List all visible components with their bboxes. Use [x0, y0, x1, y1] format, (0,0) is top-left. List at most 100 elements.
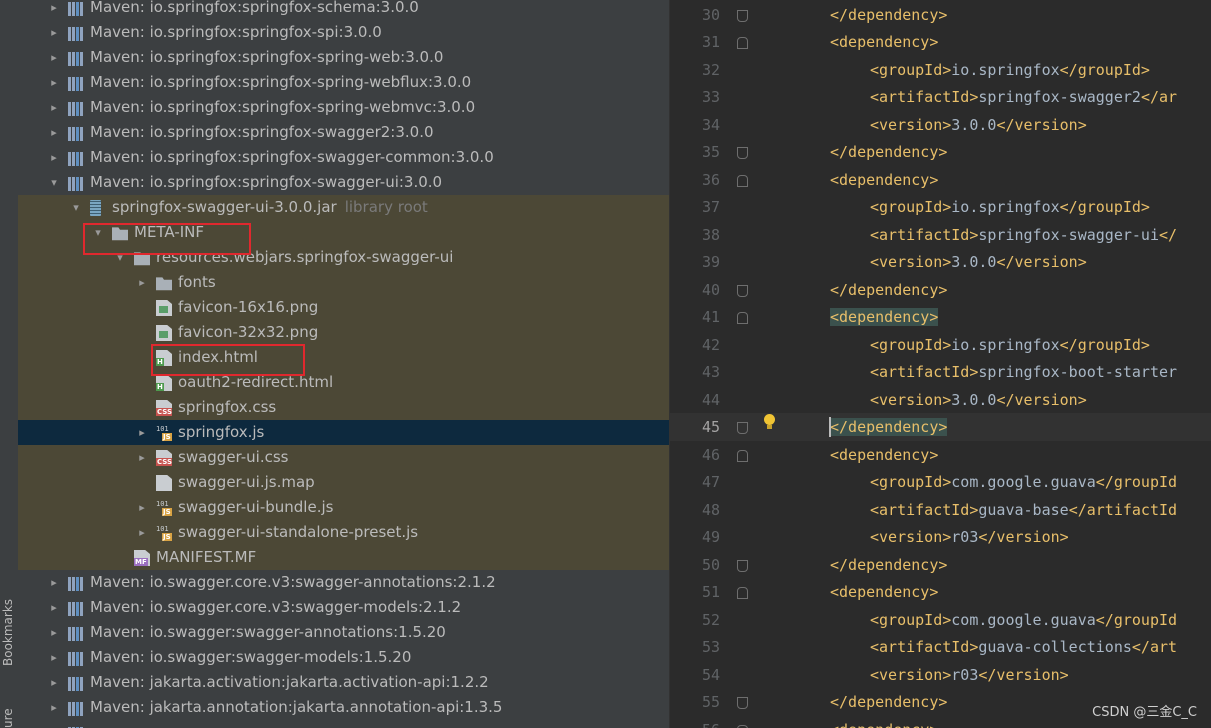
line-number: 55	[701, 693, 720, 711]
tree-row[interactable]: ▾ springfox-swagger-ui-3.0.0.jar library r…	[18, 195, 669, 220]
code-line[interactable]: 49 <version>r03</version>	[670, 523, 1211, 551]
code-line[interactable]: 43 <artifactId>springfox-boot-starter	[670, 358, 1211, 386]
chevron-right-icon[interactable]: ▸	[46, 720, 62, 728]
chevron-right-icon[interactable]: ▸	[46, 70, 62, 95]
fold-marker-icon[interactable]	[737, 9, 748, 22]
tree-row[interactable]: favicon-16x16.png	[18, 295, 669, 320]
xml-tag: <version>	[870, 115, 952, 134]
fold-marker-icon[interactable]	[737, 174, 748, 187]
chevron-right-icon[interactable]: ▸	[134, 270, 150, 295]
code-line[interactable]: 51 <dependency>	[670, 578, 1211, 606]
code-line[interactable]: 50 </dependency>	[670, 551, 1211, 579]
tree-row[interactable]: ▸ Maven: jakarta.annotation:jakarta.annot…	[18, 695, 669, 720]
code-line[interactable]: 52 <groupId>com.google.guava</groupId	[670, 606, 1211, 634]
tree-row[interactable]: Hoauth2-redirect.html	[18, 370, 669, 395]
fold-marker-icon[interactable]	[737, 697, 748, 709]
code-line[interactable]: 34 <version>3.0.0</version>	[670, 111, 1211, 139]
code-line[interactable]: 36 <dependency>	[670, 166, 1211, 194]
code-line[interactable]: 42 <groupId>io.springfox</groupId>	[670, 331, 1211, 359]
code-line[interactable]: 54 <version>r03</version>	[670, 661, 1211, 689]
chevron-down-icon[interactable]: ▾	[68, 195, 84, 220]
tree-row[interactable]: ▸	[18, 720, 669, 728]
code-line[interactable]: 30 </dependency>	[670, 1, 1211, 29]
code-line[interactable]: 33 <artifactId>springfox-swagger2</ar	[670, 83, 1211, 111]
code-line[interactable]: 46 <dependency>	[670, 441, 1211, 469]
chevron-right-icon[interactable]: ▸	[46, 145, 62, 170]
tree-row[interactable]: ▸ Maven: jakarta.activation:jakarta.activ…	[18, 670, 669, 695]
fold-marker-icon[interactable]	[737, 587, 748, 599]
line-number: 37	[701, 198, 720, 216]
fold-marker-icon[interactable]	[737, 37, 748, 49]
chevron-right-icon[interactable]: ▸	[46, 570, 62, 595]
code-line[interactable]: 38 <artifactId>springfox-swagger-ui</	[670, 221, 1211, 249]
chevron-right-icon[interactable]: ▸	[46, 595, 62, 620]
code-text: </dependency>	[830, 688, 947, 716]
code-line[interactable]: 53 <artifactId>guava-collections</art	[670, 633, 1211, 661]
tree-row[interactable]: ▸ Maven: io.springfox:springfox-spring-we…	[18, 45, 669, 70]
tree-row[interactable]: ▸ Maven: io.swagger.core.v3:swagger-annot…	[18, 570, 669, 595]
fold-marker-icon[interactable]	[737, 422, 748, 434]
code-line[interactable]: 47 <groupId>com.google.guava</groupId	[670, 468, 1211, 496]
line-number: 46	[701, 445, 720, 464]
bookmarks-tool-tab[interactable]: Bookmarks	[1, 599, 15, 666]
code-line[interactable]: 32 <groupId>io.springfox</groupId>	[670, 56, 1211, 84]
tree-row[interactable]: ▸ Maven: io.springfox:springfox-spring-we…	[18, 95, 669, 120]
tree-row[interactable]: ▸ Maven: io.springfox:springfox-spi:3.0.0	[18, 20, 669, 45]
chevron-right-icon[interactable]: ▸	[134, 495, 150, 520]
chevron-right-icon[interactable]: ▸	[46, 45, 62, 70]
chevron-right-icon[interactable]: ▸	[134, 520, 150, 545]
chevron-right-icon[interactable]: ▸	[46, 695, 62, 720]
fold-marker-icon[interactable]	[737, 449, 748, 462]
code-line[interactable]: 45 </dependency>	[670, 413, 1211, 441]
fold-marker-icon[interactable]	[737, 284, 748, 297]
chevron-right-icon[interactable]: ▸	[134, 445, 150, 470]
code-line[interactable]: 41 <dependency>	[670, 303, 1211, 331]
tree-row[interactable]: ▸ 101 JS springfox.js	[18, 420, 669, 445]
code-line[interactable]: 35 </dependency>	[670, 138, 1211, 166]
chevron-right-icon[interactable]: ▸	[46, 120, 62, 145]
code-line[interactable]: 31 <dependency>	[670, 28, 1211, 56]
xml-tag: <version>	[870, 253, 952, 271]
chevron-right-icon[interactable]: ▸	[134, 420, 150, 445]
tree-row[interactable]: CSS springfox.css	[18, 395, 669, 420]
chevron-right-icon[interactable]: ▸	[46, 645, 62, 670]
fold-marker-icon[interactable]	[737, 559, 748, 572]
code-editor[interactable]: 30 </dependency> 31 <dependency> 32 <groupId>…	[670, 0, 1211, 728]
code-line[interactable]: 48 <artifactId>guava-base</artifactId	[670, 496, 1211, 524]
tree-row[interactable]: ▸ 101 JS swagger-ui-standalone-preset.js	[18, 520, 669, 545]
chevron-right-icon[interactable]: ▸	[46, 620, 62, 645]
library-icon	[68, 102, 84, 116]
tree-row[interactable]: ▾ Maven: io.springfox:springfox-swagger-u…	[18, 170, 669, 195]
tree-row[interactable]: ▸ Maven: io.swagger.core.v3:swagger-model…	[18, 595, 669, 620]
tree-row[interactable]: ▸ Maven: io.swagger:swagger-annotations:1…	[18, 620, 669, 645]
chevron-right-icon[interactable]: ▸	[46, 670, 62, 695]
code-line[interactable]: 40 </dependency>	[670, 276, 1211, 304]
code-text: <groupId>io.springfox</groupId>	[870, 56, 1150, 84]
tree-row[interactable]: Hindex.html	[18, 345, 669, 370]
tree-row[interactable]: ▸ Maven: io.springfox:springfox-spring-we…	[18, 70, 669, 95]
lightbulb-icon[interactable]	[761, 414, 777, 430]
code-line[interactable]: 44 <version>3.0.0</version>	[670, 386, 1211, 414]
code-line[interactable]: 39 <version>3.0.0</version>	[670, 248, 1211, 276]
chevron-right-icon[interactable]: ▸	[46, 95, 62, 120]
fold-marker-icon[interactable]	[737, 147, 748, 159]
tree-row[interactable]: ▸ CSS swagger-ui.css	[18, 445, 669, 470]
chevron-down-icon[interactable]: ▾	[46, 170, 62, 195]
tree-row[interactable]: ▸ Maven: io.springfox:springfox-swagger-c…	[18, 145, 669, 170]
tree-row[interactable]: ▸ Maven: io.springfox:springfox-swagger2:…	[18, 120, 669, 145]
tree-row[interactable]: ▸ fonts	[18, 270, 669, 295]
structure-tool-tab[interactable]: ure	[1, 708, 15, 728]
tree-row[interactable]: ▸ Maven: io.swagger:swagger-models:1.5.20	[18, 645, 669, 670]
fold-marker-icon[interactable]	[737, 724, 748, 728]
tree-row[interactable]: swagger-ui.js.map	[18, 470, 669, 495]
png-file-icon	[156, 325, 172, 341]
tree-row[interactable]: MF MANIFEST.MF	[18, 545, 669, 570]
code-line[interactable]: 37 <groupId>io.springfox</groupId>	[670, 193, 1211, 221]
fold-marker-icon[interactable]	[737, 312, 748, 324]
library-icon	[68, 2, 84, 16]
chevron-right-icon[interactable]: ▸	[46, 20, 62, 45]
tree-row[interactable]: ▸ 101 JS swagger-ui-bundle.js	[18, 495, 669, 520]
tree-row[interactable]: favicon-32x32.png	[18, 320, 669, 345]
tree-row[interactable]: ▸ Maven: io.springfox:springfox-schema:3.…	[18, 0, 669, 20]
chevron-right-icon[interactable]: ▸	[46, 0, 62, 20]
